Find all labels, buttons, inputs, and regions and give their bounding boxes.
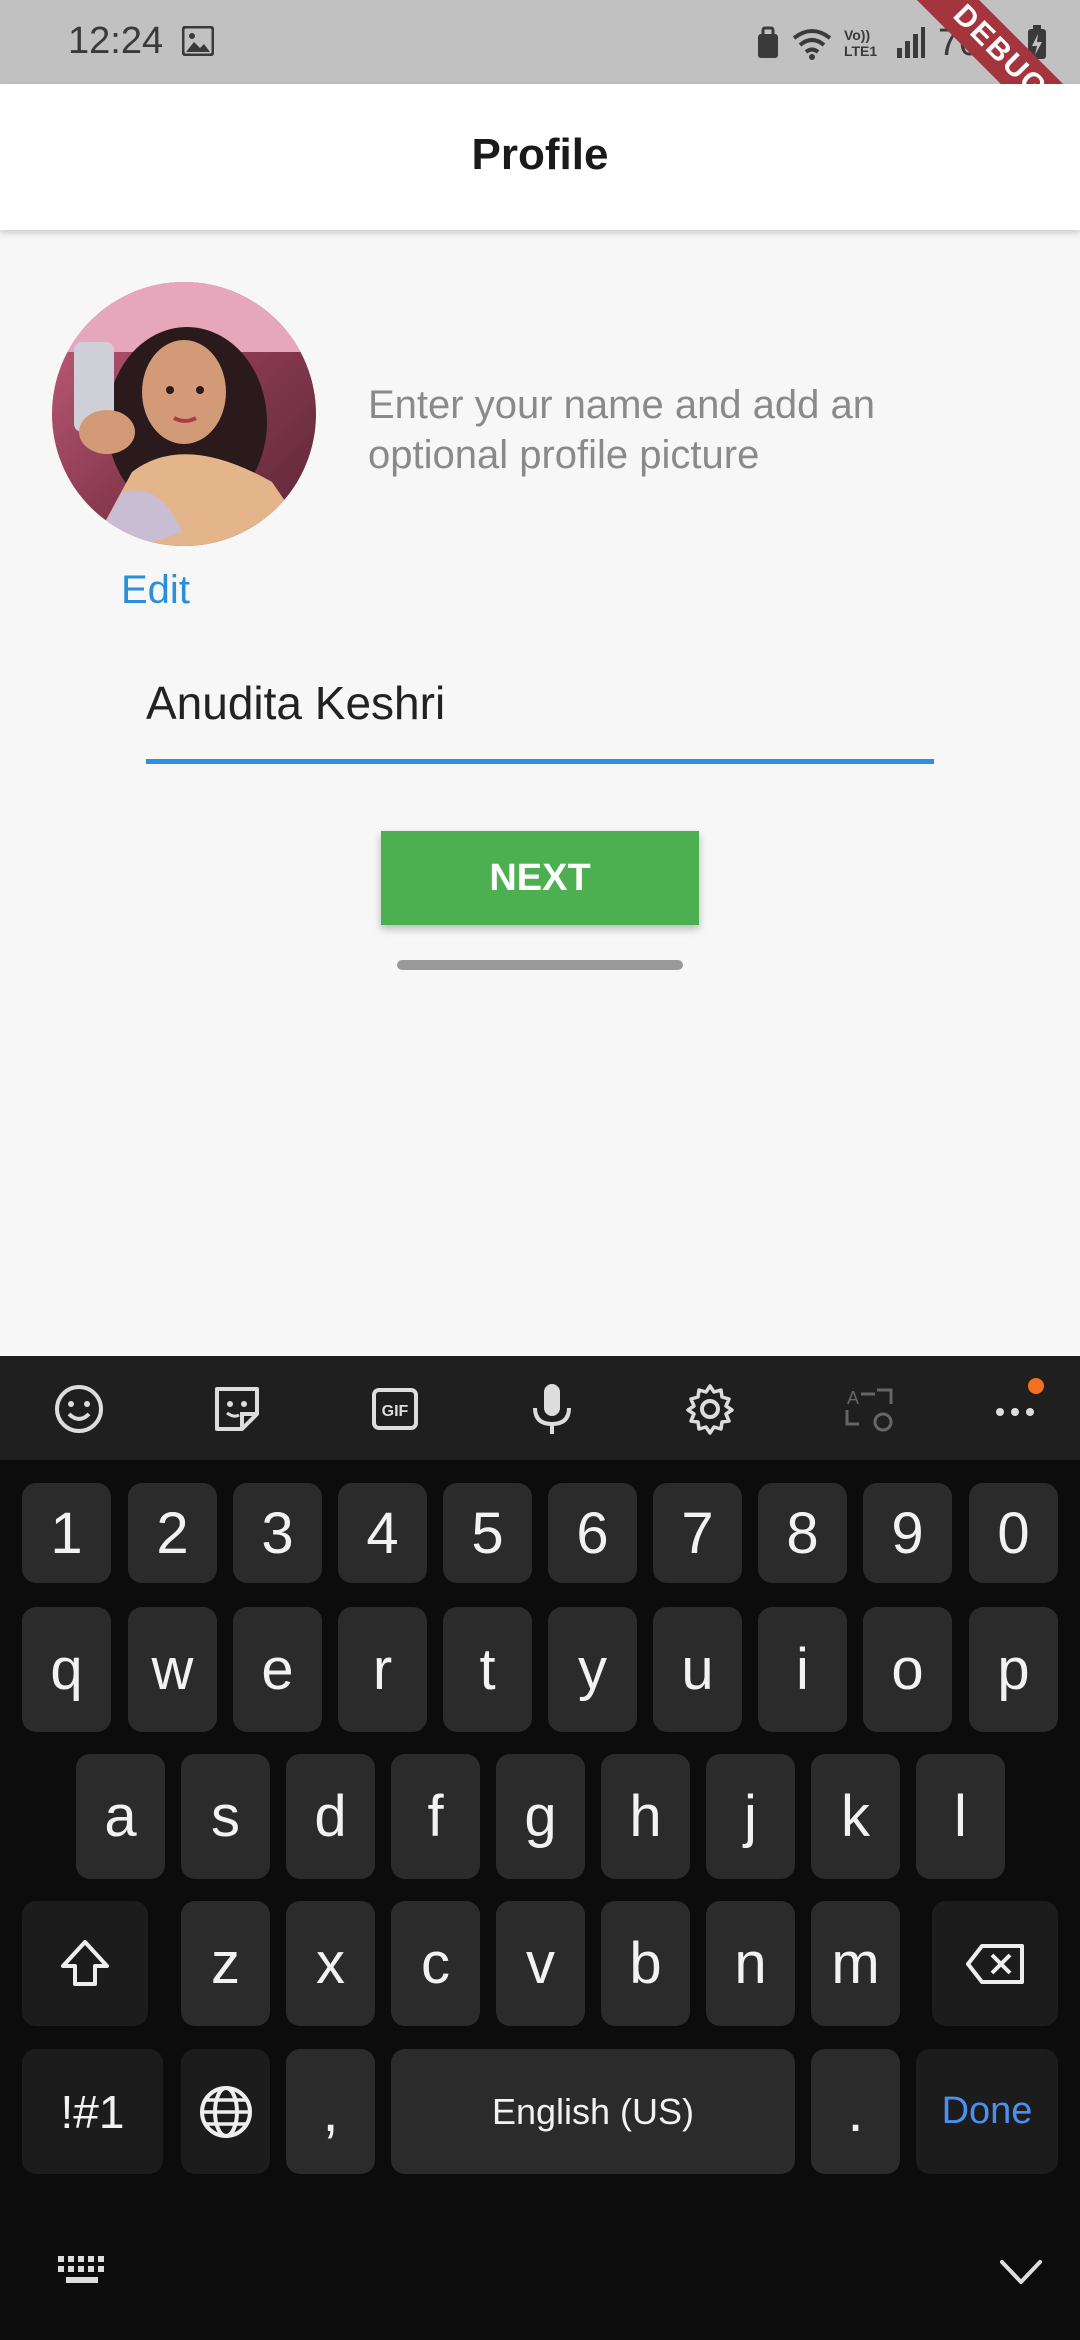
key-0[interactable]: 0	[969, 1483, 1058, 1583]
home-indicator[interactable]	[397, 960, 683, 970]
notification-dot	[1028, 1378, 1044, 1394]
emoji-icon[interactable]	[50, 1380, 108, 1438]
language-key[interactable]	[181, 2049, 270, 2174]
status-time: 12:24	[68, 20, 164, 62]
gallery-icon	[181, 25, 215, 57]
svg-text:A: A	[847, 1388, 859, 1408]
key-f[interactable]: f	[391, 1754, 480, 1879]
bag-icon	[756, 26, 780, 60]
page-title: Profile	[471, 130, 609, 179]
edit-photo-link[interactable]: Edit	[121, 568, 190, 613]
key-a[interactable]: a	[76, 1754, 165, 1879]
gif-label: GIF	[382, 1403, 409, 1420]
keyboard-toolbar: GIF A	[0, 1356, 1080, 1460]
globe-icon	[199, 2085, 252, 2138]
key-2[interactable]: 2	[128, 1483, 217, 1583]
period-key[interactable]: .	[811, 2049, 900, 2174]
translate-icon[interactable]: A	[841, 1380, 899, 1438]
key-e[interactable]: e	[233, 1607, 322, 1732]
network-label: Vo)) LTE1	[843, 27, 878, 59]
key-7[interactable]: 7	[653, 1483, 742, 1583]
key-3[interactable]: 3	[233, 1483, 322, 1583]
key-9[interactable]: 9	[863, 1483, 952, 1583]
key-d[interactable]: d	[286, 1754, 375, 1879]
done-key[interactable]: Done	[916, 2049, 1058, 2174]
key-g[interactable]: g	[496, 1754, 585, 1879]
keyboard: GIF A 1 2 3 4 5 6 7 8 9 0 q w e r t y u …	[0, 1356, 1080, 2340]
key-u[interactable]: u	[653, 1607, 742, 1732]
key-l[interactable]: l	[916, 1754, 1005, 1879]
key-8[interactable]: 8	[758, 1483, 847, 1583]
key-s[interactable]: s	[181, 1754, 270, 1879]
key-r[interactable]: r	[338, 1607, 427, 1732]
key-h[interactable]: h	[601, 1754, 690, 1879]
key-b[interactable]: b	[601, 1901, 690, 2026]
key-c[interactable]: c	[391, 1901, 480, 2026]
backspace-key[interactable]	[932, 1901, 1058, 2026]
key-o[interactable]: o	[863, 1607, 952, 1732]
space-key[interactable]: English (US)	[391, 2049, 795, 2174]
key-x[interactable]: x	[286, 1901, 375, 2026]
key-w[interactable]: w	[128, 1607, 217, 1732]
app-bar: Profile	[0, 84, 1080, 230]
key-1[interactable]: 1	[22, 1483, 111, 1583]
microphone-icon[interactable]	[523, 1380, 581, 1438]
sticker-icon[interactable]	[208, 1380, 266, 1438]
name-input[interactable]: Anudita Keshri	[146, 668, 934, 764]
backspace-icon	[966, 1943, 1024, 1984]
key-k[interactable]: k	[811, 1754, 900, 1879]
key-i[interactable]: i	[758, 1607, 847, 1732]
shift-key[interactable]	[22, 1901, 148, 2026]
shift-icon	[61, 1939, 109, 1986]
name-value: Anudita Keshri	[146, 677, 446, 729]
hide-keyboard-icon[interactable]	[998, 2252, 1044, 2292]
key-4[interactable]: 4	[338, 1483, 427, 1583]
settings-icon[interactable]	[681, 1380, 739, 1438]
wifi-icon	[792, 26, 832, 60]
profile-hint: Enter your name and add an optional prof…	[368, 383, 876, 477]
key-n[interactable]: n	[706, 1901, 795, 2026]
key-5[interactable]: 5	[443, 1483, 532, 1583]
keyboard-switch-icon[interactable]	[56, 2252, 108, 2288]
key-y[interactable]: y	[548, 1607, 637, 1732]
key-v[interactable]: v	[496, 1901, 585, 2026]
symbols-key[interactable]: !#1	[22, 2049, 163, 2174]
key-6[interactable]: 6	[548, 1483, 637, 1583]
status-bar: 12:24 Vo)) LTE1 70% DEBUG	[0, 0, 1080, 174]
key-q[interactable]: q	[22, 1607, 111, 1732]
key-t[interactable]: t	[443, 1607, 532, 1732]
profile-avatar[interactable]	[52, 282, 316, 546]
key-p[interactable]: p	[969, 1607, 1058, 1732]
keyboard-nav	[0, 2212, 1080, 2340]
next-button[interactable]: NEXT	[381, 831, 699, 925]
signal-icon	[896, 26, 926, 60]
comma-key[interactable]: ,	[286, 2049, 375, 2174]
gif-icon[interactable]: GIF	[366, 1380, 424, 1438]
key-m[interactable]: m	[811, 1901, 900, 2026]
key-z[interactable]: z	[181, 1901, 270, 2026]
key-j[interactable]: j	[706, 1754, 795, 1879]
